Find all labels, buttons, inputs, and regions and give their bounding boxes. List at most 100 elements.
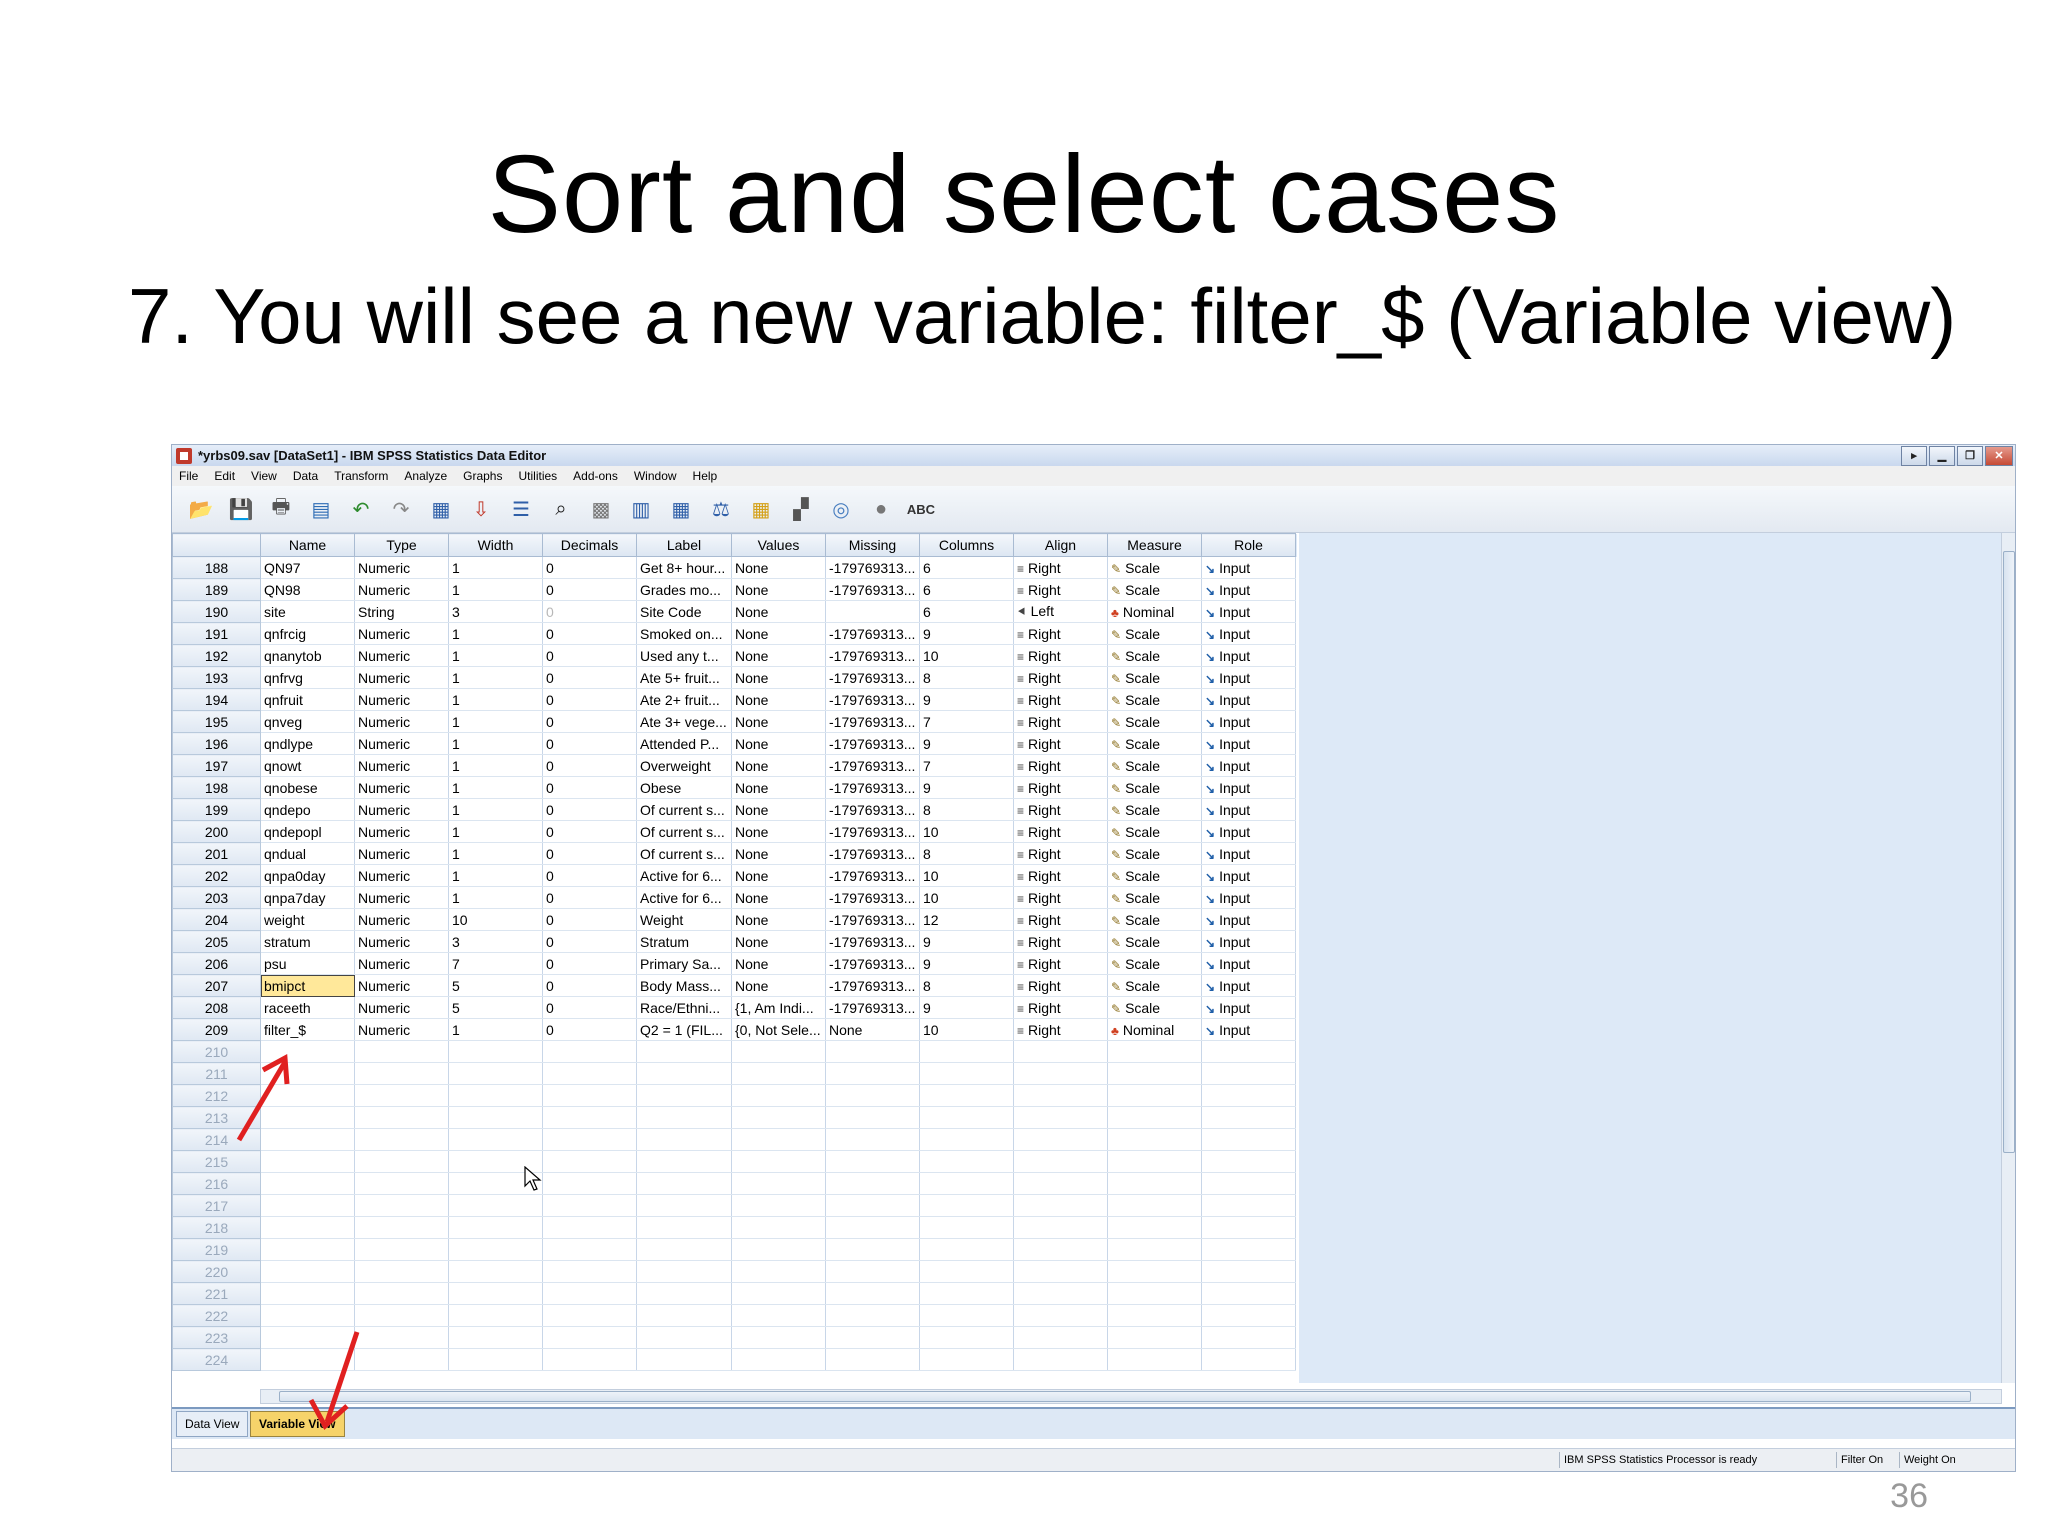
menu-graphs[interactable]: Graphs (456, 469, 511, 483)
cell-values[interactable] (731, 1172, 826, 1195)
variables-icon[interactable]: ☰ (504, 493, 538, 525)
cell-values[interactable]: None (731, 930, 826, 953)
vertical-scroll-thumb[interactable] (2003, 551, 2015, 1153)
cell-label[interactable] (636, 1172, 732, 1195)
select-cases-icon[interactable]: ▦ (744, 493, 778, 525)
cell-columns[interactable]: 9 (919, 996, 1014, 1019)
cell-type[interactable] (354, 1260, 449, 1283)
cell-missing[interactable]: -179769313... (825, 578, 920, 601)
cell-align[interactable]: ≡ Right (1013, 688, 1108, 711)
cell-decimals[interactable] (542, 1040, 637, 1063)
cell-columns[interactable] (919, 1326, 1014, 1349)
cell-values[interactable] (731, 1062, 826, 1085)
cell-measure[interactable]: ✎ Scale (1107, 578, 1202, 601)
cell-measure[interactable] (1107, 1194, 1202, 1217)
row-number[interactable]: 189 (172, 578, 261, 601)
cell-label[interactable]: Overweight (636, 754, 732, 777)
cell-role[interactable]: ↘ Input (1201, 886, 1296, 909)
undo-icon[interactable]: ↶ (344, 493, 378, 525)
cell-label[interactable]: Obese (636, 776, 732, 799)
cell-missing[interactable] (825, 1040, 920, 1063)
close-icon[interactable]: ✕ (1985, 446, 2013, 466)
vertical-scrollbar[interactable] (2001, 533, 2015, 1383)
cell-align[interactable]: ≡ Right (1013, 996, 1108, 1019)
cell-label[interactable]: Ate 2+ fruit... (636, 688, 732, 711)
cell-name[interactable] (260, 1238, 355, 1261)
cell-width[interactable]: 10 (448, 908, 543, 931)
cell-columns[interactable] (919, 1062, 1014, 1085)
cell-type[interactable] (354, 1106, 449, 1129)
cell-role[interactable]: ↘ Input (1201, 556, 1296, 579)
cell-values[interactable] (731, 1238, 826, 1261)
cell-decimals[interactable] (542, 1216, 637, 1239)
cell-decimals[interactable] (542, 1194, 637, 1217)
cell-role[interactable]: ↘ Input (1201, 776, 1296, 799)
row-number[interactable]: 199 (172, 798, 261, 821)
cell-name[interactable]: QN97 (260, 556, 355, 579)
cell-align[interactable]: ≡ Right (1013, 622, 1108, 645)
cell-align[interactable]: ≡ Right (1013, 732, 1108, 755)
cell-decimals[interactable]: 0 (542, 666, 637, 689)
cell-name[interactable] (260, 1062, 355, 1085)
cell-columns[interactable] (919, 1040, 1014, 1063)
cell-missing[interactable]: -179769313... (825, 710, 920, 733)
cell-width[interactable]: 1 (448, 754, 543, 777)
cell-missing[interactable] (825, 1326, 920, 1349)
cell-align[interactable]: ≡ Right (1013, 776, 1108, 799)
cell-measure[interactable]: ✎ Scale (1107, 710, 1202, 733)
cell-name[interactable]: stratum (260, 930, 355, 953)
cell-measure[interactable]: ✎ Scale (1107, 974, 1202, 997)
cell-missing[interactable]: -179769313... (825, 952, 920, 975)
cell-missing[interactable] (825, 1238, 920, 1261)
cell-decimals[interactable]: 0 (542, 974, 637, 997)
row-number[interactable]: 219 (172, 1238, 261, 1261)
cell-type[interactable]: Numeric (354, 798, 449, 821)
cell-label[interactable]: Race/Ethni... (636, 996, 732, 1019)
cell-values[interactable]: None (731, 732, 826, 755)
cell-missing[interactable] (825, 1172, 920, 1195)
cell-type[interactable] (354, 1238, 449, 1261)
cell-role[interactable] (1201, 1194, 1296, 1217)
cell-columns[interactable]: 6 (919, 600, 1014, 623)
cell-role[interactable] (1201, 1216, 1296, 1239)
cell-name[interactable]: qndepopl (260, 820, 355, 843)
cell-label[interactable]: Ate 5+ fruit... (636, 666, 732, 689)
cell-type[interactable] (354, 1348, 449, 1371)
cell-name[interactable]: qndepo (260, 798, 355, 821)
cell-width[interactable]: 1 (448, 644, 543, 667)
cell-name[interactable]: qndual (260, 842, 355, 865)
cell-align[interactable]: ≡ Right (1013, 952, 1108, 975)
cell-columns[interactable]: 9 (919, 930, 1014, 953)
cell-type[interactable] (354, 1216, 449, 1239)
row-number[interactable]: 206 (172, 952, 261, 975)
cell-values[interactable] (731, 1260, 826, 1283)
row-number[interactable]: 204 (172, 908, 261, 931)
horizontal-scrollbar[interactable] (260, 1389, 2002, 1404)
row-number[interactable]: 194 (172, 688, 261, 711)
cell-role[interactable]: ↘ Input (1201, 864, 1296, 887)
row-number[interactable]: 216 (172, 1172, 261, 1195)
cell-values[interactable] (731, 1326, 826, 1349)
row-number[interactable]: 209 (172, 1018, 261, 1041)
row-number[interactable]: 213 (172, 1106, 261, 1129)
cell-decimals[interactable]: 0 (542, 622, 637, 645)
cell-role[interactable]: ↘ Input (1201, 1018, 1296, 1041)
cell-values[interactable]: None (731, 600, 826, 623)
cell-label[interactable]: Stratum (636, 930, 732, 953)
cell-align[interactable]: ≡ Right (1013, 710, 1108, 733)
cell-measure[interactable]: ✎ Scale (1107, 644, 1202, 667)
recall-dialog-icon[interactable]: ▤ (304, 493, 338, 525)
cell-values[interactable]: None (731, 622, 826, 645)
cell-name[interactable] (260, 1348, 355, 1371)
cell-type[interactable]: Numeric (354, 666, 449, 689)
cell-width[interactable]: 3 (448, 930, 543, 953)
cell-measure[interactable] (1107, 1260, 1202, 1283)
cell-align[interactable]: ≡ Right (1013, 930, 1108, 953)
cell-name[interactable]: qnobese (260, 776, 355, 799)
menu-file[interactable]: File (172, 469, 207, 483)
cell-label[interactable] (636, 1040, 732, 1063)
cell-label[interactable] (636, 1216, 732, 1239)
cell-decimals[interactable]: 0 (542, 644, 637, 667)
scroll-tabs-icon[interactable]: ▸ (1901, 446, 1927, 466)
cell-columns[interactable] (919, 1172, 1014, 1195)
